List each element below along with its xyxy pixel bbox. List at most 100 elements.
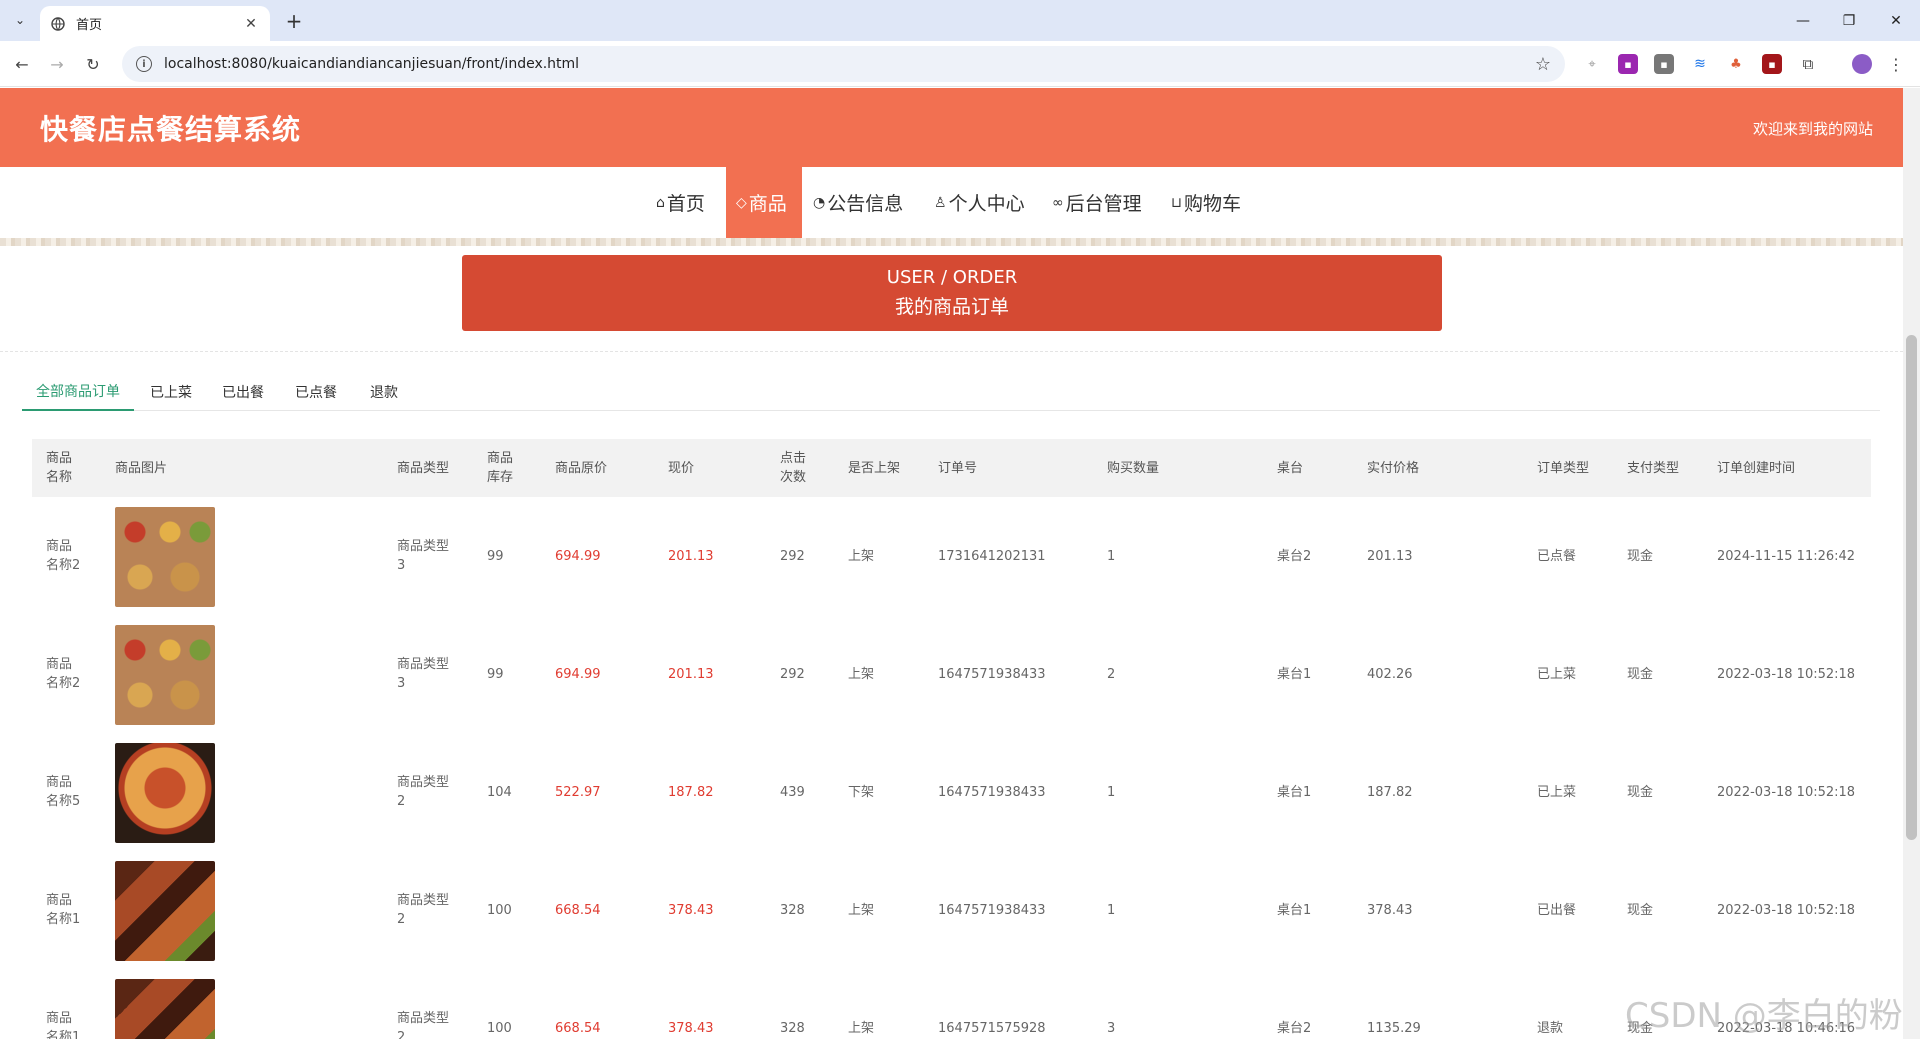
section-divider <box>0 351 1903 352</box>
cell-stock: 99 <box>487 666 504 682</box>
url-text[interactable]: localhost:8080/kuaicandiandiancanjiesuan… <box>164 56 1535 72</box>
cursor-extension-icon[interactable]: ⌖ <box>1582 54 1602 74</box>
cell-orig: 668.54 <box>555 902 601 918</box>
browser-tabstrip: ⌄ 首页 ✕ + — ❐ ✕ <box>0 0 1920 41</box>
tab-refund[interactable]: 退款 <box>370 373 398 411</box>
scrollbar-thumb[interactable] <box>1906 335 1917 840</box>
tab-all-orders[interactable]: 全部商品订单 <box>22 373 134 411</box>
reload-icon[interactable]: ↻ <box>79 50 107 78</box>
cell-name: 商品 名称2 <box>46 657 81 691</box>
cell-qty: 3 <box>1107 1020 1116 1036</box>
cell-orig: 694.99 <box>555 666 601 682</box>
cell-price: 378.43 <box>668 902 714 918</box>
cell-table: 桌台1 <box>1277 784 1312 800</box>
cell-order-no: 1647571938433 <box>938 902 1046 918</box>
cell-status: 已点餐 <box>1537 548 1577 564</box>
cell-table: 桌台1 <box>1277 666 1312 682</box>
dashboard-icon: ◔ <box>813 194 826 211</box>
product-image[interactable] <box>115 743 215 843</box>
cell-price: 187.82 <box>668 784 714 800</box>
tab-title: 首页 <box>76 18 103 33</box>
new-tab-plus-icon[interactable]: + <box>281 8 307 34</box>
browser-toolbar: ← → ↻ i localhost:8080/kuaicandiandianca… <box>0 41 1920 87</box>
tab-ordered[interactable]: 已点餐 <box>295 373 337 411</box>
product-image[interactable] <box>115 507 215 607</box>
cell-price: 201.13 <box>668 666 714 682</box>
table-row: 商品 名称2 商品类型 3 99 694.99 201.13 292 上架 164757193… <box>32 615 1871 733</box>
nav-profile[interactable]: ♙ 个人中心 <box>924 167 1035 238</box>
th-name: 商品 名称 <box>46 451 73 485</box>
cell-type: 商品类型 2 <box>397 1011 450 1039</box>
nav-notice[interactable]: ◔ 公告信息 <box>803 167 913 238</box>
tab-ready[interactable]: 已出餐 <box>222 373 264 411</box>
table-row: 商品 名称1 商品类型 2 100 668.54 378.43 328 上架 16475719… <box>32 851 1871 969</box>
nav-cart[interactable]: ⊔ 购物车 <box>1161 167 1251 238</box>
nav-home[interactable]: ⌂ 首页 <box>646 167 715 238</box>
orange-extension-icon[interactable]: ♣ <box>1726 54 1746 74</box>
profile-avatar[interactable] <box>1852 54 1872 74</box>
th-type: 商品类型 <box>397 460 450 476</box>
cell-stock: 104 <box>487 784 512 800</box>
cell-orig: 522.97 <box>555 784 601 800</box>
cell-clicks: 328 <box>780 902 805 918</box>
close-window-icon[interactable]: ✕ <box>1873 0 1919 41</box>
cell-name: 商品 名称2 <box>46 539 81 573</box>
cell-listed: 上架 <box>848 666 875 682</box>
gray-extension-icon[interactable]: ▪ <box>1654 54 1674 74</box>
nav-goods[interactable]: ◇ 商品 <box>726 167 802 238</box>
site-header: 快餐店点餐结算系统 欢迎来到我的网站 <box>0 88 1903 167</box>
cell-table: 桌台2 <box>1277 1020 1312 1036</box>
shield-extension-icon[interactable]: ▪ <box>1762 54 1782 74</box>
cell-type: 商品类型 3 <box>397 539 450 573</box>
cell-status: 退款 <box>1537 1020 1564 1036</box>
globe-icon <box>50 16 66 32</box>
restore-icon[interactable]: ❐ <box>1826 0 1872 41</box>
tag-icon: ◇ <box>736 194 747 211</box>
browser-tab[interactable]: 首页 ✕ <box>40 6 270 41</box>
tab-served[interactable]: 已上菜 <box>150 373 192 411</box>
address-bar[interactable]: i localhost:8080/kuaicandiandiancanjiesu… <box>122 46 1565 82</box>
main-nav: ⌂ 首页 ◇ 商品 ◔ 公告信息 ♙ 个人中心 ∞ 后台管理 ⊔ 购物车 <box>0 167 1903 238</box>
product-image[interactable] <box>115 861 215 961</box>
th-order-type: 订单类型 <box>1537 460 1590 476</box>
nav-decorative-border <box>0 238 1903 246</box>
th-qty: 购买数量 <box>1107 460 1160 476</box>
link-icon: ∞ <box>1052 194 1064 211</box>
site-info-icon[interactable]: i <box>136 56 152 72</box>
cell-listed: 下架 <box>848 784 875 800</box>
nav-label: 个人中心 <box>948 193 1025 215</box>
browser-menu-icon[interactable]: ⋮ <box>1888 52 1904 76</box>
cell-pay: 现金 <box>1627 784 1654 800</box>
purple-extension-icon[interactable]: ▪ <box>1618 54 1638 74</box>
blue-extension-icon[interactable]: ≋ <box>1690 54 1710 74</box>
cell-order-no: 1731641202131 <box>938 548 1046 564</box>
extensions-puzzle-icon[interactable]: ⧉ <box>1798 54 1818 74</box>
th-order-no: 订单号 <box>938 460 978 476</box>
tab-close-icon[interactable]: ✕ <box>242 15 260 33</box>
forward-arrow-icon[interactable]: → <box>43 50 71 78</box>
nav-label: 首页 <box>666 193 705 215</box>
cell-time: 2022-03-18 10:52:18 <box>1717 666 1856 682</box>
bookmark-star-icon[interactable]: ☆ <box>1535 54 1551 75</box>
cell-pay: 现金 <box>1627 666 1654 682</box>
nav-admin[interactable]: ∞ 后台管理 <box>1042 167 1152 238</box>
cell-price: 378.43 <box>668 1020 714 1036</box>
cell-clicks: 328 <box>780 1020 805 1036</box>
table-row: 商品 名称2 商品类型 3 99 694.99 201.13 292 上架 173164120… <box>32 497 1871 615</box>
tab-search-chevron-icon[interactable]: ⌄ <box>8 8 32 32</box>
cell-listed: 上架 <box>848 902 875 918</box>
cell-paid: 1135.29 <box>1367 1020 1421 1036</box>
home-icon: ⌂ <box>656 194 665 211</box>
watermark: CSDN @李白的粉 <box>1625 996 1903 1036</box>
back-arrow-icon[interactable]: ← <box>8 50 36 78</box>
cell-qty: 1 <box>1107 902 1116 918</box>
product-image[interactable] <box>115 625 215 725</box>
th-created: 订单创建时间 <box>1717 460 1796 476</box>
cell-time: 2022-03-18 10:52:18 <box>1717 902 1856 918</box>
th-table: 桌台 <box>1277 460 1304 476</box>
product-image[interactable] <box>115 979 215 1039</box>
minimize-icon[interactable]: — <box>1780 0 1826 41</box>
cell-clicks: 292 <box>780 548 805 564</box>
cell-paid: 201.13 <box>1367 548 1413 564</box>
th-stock: 商品 库存 <box>487 451 514 485</box>
